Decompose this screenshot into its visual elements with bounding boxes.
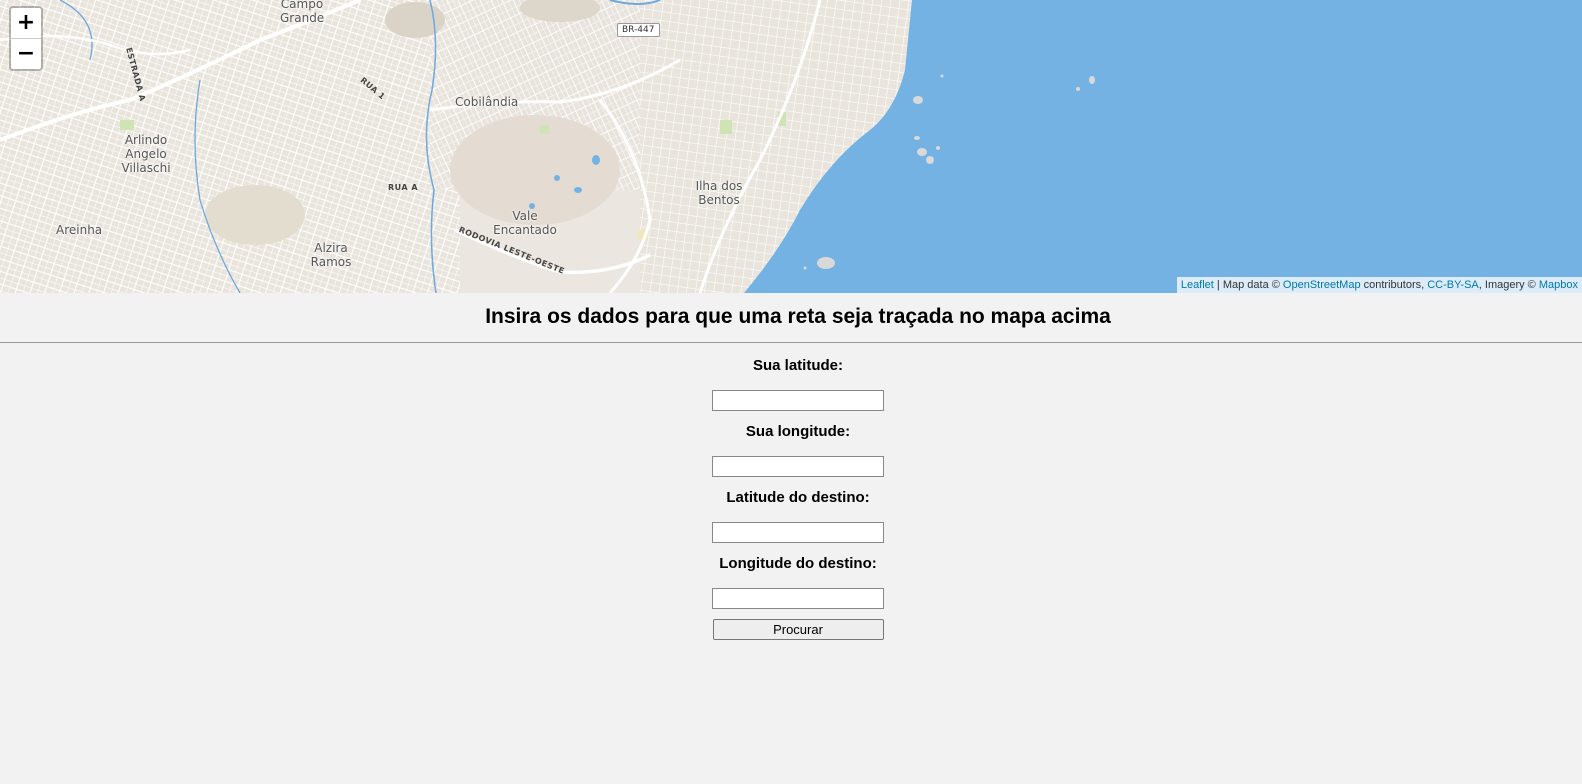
- lng-input[interactable]: [712, 456, 884, 477]
- map-label-ilha: Ilha dos Bentos: [695, 179, 743, 207]
- dest-lng-label: Longitude do destino:: [719, 555, 877, 572]
- route-form: Sua latitude: Sua longitude: Latitude do…: [0, 356, 1582, 640]
- license-link[interactable]: CC-BY-SA: [1427, 279, 1479, 291]
- road-label-rua-a: RUA A: [388, 183, 419, 192]
- map-label-vale: Vale Encantado: [493, 209, 557, 237]
- attrib-text-1: | Map data ©: [1213, 279, 1283, 291]
- road-shield-br447: BR-447: [617, 23, 660, 37]
- divider: [0, 342, 1582, 343]
- dest-lat-label: Latitude do destino:: [726, 489, 870, 506]
- zoom-out-button[interactable]: −: [11, 38, 41, 69]
- map-attribution: Leaflet | Map data © OpenStreetMap contr…: [1176, 277, 1582, 293]
- lat-input[interactable]: [712, 390, 884, 411]
- map-label-arlindo: Arlindo Angelo Villaschi: [121, 133, 171, 175]
- lat-label: Sua latitude:: [752, 357, 843, 374]
- map-label-areinha: Areinha: [56, 223, 103, 237]
- zoom-in-button[interactable]: +: [11, 8, 41, 38]
- zoom-control: + −: [9, 6, 43, 71]
- mapbox-link[interactable]: Mapbox: [1539, 279, 1578, 291]
- search-button[interactable]: Procurar: [712, 619, 884, 640]
- map-tiles[interactable]: [0, 0, 1582, 293]
- dest-lng-input[interactable]: [712, 588, 884, 609]
- map-label-campo-grande: Campo Grande: [280, 0, 325, 25]
- attrib-text-2: contributors,: [1360, 279, 1428, 291]
- leaflet-link[interactable]: Leaflet: [1181, 279, 1214, 291]
- map-container[interactable]: Campo Grande Arlindo Angelo Villaschi Ar…: [0, 0, 1582, 293]
- map-label-alzira: Alzira Ramos: [310, 241, 352, 269]
- map-label-cobilandia: Cobilândia: [455, 95, 519, 109]
- dest-lat-input[interactable]: [712, 522, 884, 543]
- lng-label: Sua longitude:: [745, 423, 851, 440]
- page-heading: Insira os dados para que uma reta seja t…: [485, 305, 1111, 328]
- attrib-text-3: , Imagery ©: [1478, 279, 1539, 291]
- osm-link[interactable]: OpenStreetMap: [1283, 279, 1361, 291]
